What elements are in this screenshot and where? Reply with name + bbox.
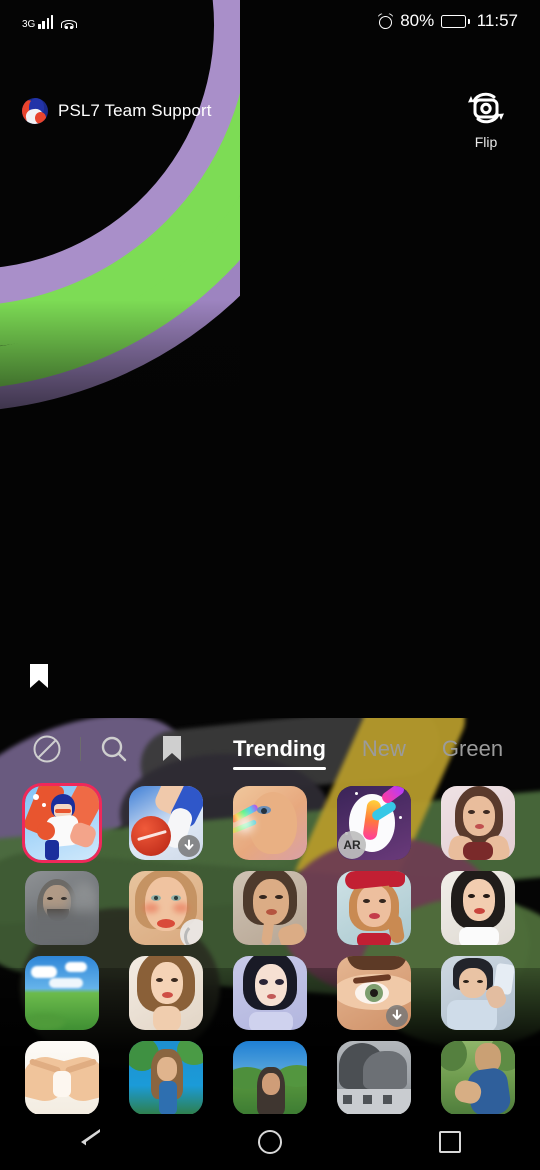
soft-glow-effect[interactable] <box>233 870 307 945</box>
status-bar: 3G 80% 11:57 <box>0 0 540 42</box>
ar-badge: AR <box>338 830 366 859</box>
effects-grid: AR <box>0 780 540 1114</box>
rainbow-face-effect[interactable] <box>233 785 307 860</box>
battery-percent-label: 80% <box>400 11 435 30</box>
effect-cell[interactable] <box>10 1035 114 1114</box>
effects-tool-icons <box>0 720 201 778</box>
recents-square-icon <box>439 1131 461 1153</box>
signal-bars-icon <box>38 14 54 29</box>
effect-cell[interactable] <box>114 780 218 865</box>
portrait-glam-effect[interactable] <box>441 785 515 860</box>
download-icon[interactable] <box>178 834 200 857</box>
flip-camera-icon <box>468 92 504 124</box>
tab-trending[interactable]: Trending <box>215 720 344 778</box>
effect-cell[interactable] <box>426 865 530 950</box>
anime-portrait-effect[interactable] <box>233 955 307 1030</box>
avatar[interactable] <box>22 98 48 124</box>
effect-cell[interactable] <box>114 865 218 950</box>
cricket-ball-effect[interactable] <box>129 785 203 860</box>
cricket-batsman-effect[interactable] <box>25 785 99 860</box>
effect-cell[interactable] <box>322 865 426 950</box>
effects-toolbar: Trending New Green <box>0 718 540 780</box>
effect-cell[interactable] <box>114 1035 218 1114</box>
meadow-portrait-effect[interactable] <box>233 1040 307 1114</box>
wifi-icon <box>60 15 77 29</box>
effect-cell[interactable]: AR <box>322 780 426 865</box>
bandana-retro-effect[interactable] <box>337 870 411 945</box>
hands-heart-effect[interactable] <box>25 1040 99 1114</box>
android-nav-bar <box>0 1114 540 1170</box>
search-button[interactable] <box>85 720 143 778</box>
loading-spinner <box>180 918 203 945</box>
no-effect-icon <box>33 735 61 763</box>
favorites-button[interactable] <box>143 720 201 778</box>
effect-cell[interactable] <box>426 780 530 865</box>
tab-green[interactable]: Green <box>424 720 521 778</box>
effect-cell[interactable] <box>426 950 530 1035</box>
toolbar-divider <box>80 737 81 761</box>
viewport-mask <box>0 300 540 720</box>
effect-cell[interactable] <box>322 950 426 1035</box>
tab-label: Green <box>441 736 504 761</box>
painting-scene-effect[interactable] <box>441 1040 515 1114</box>
clock-label: 11:57 <box>476 11 518 30</box>
eye-color-effect[interactable] <box>337 955 411 1030</box>
blush-beauty-effect[interactable] <box>129 870 203 945</box>
no-effect-button[interactable] <box>18 720 76 778</box>
effect-cell[interactable] <box>218 1035 322 1114</box>
account-pill[interactable]: PSL7 Team Support <box>22 98 212 124</box>
effects-tab-strip: Trending New Green <box>201 720 521 778</box>
effect-cell[interactable] <box>426 1035 530 1114</box>
nav-back-button[interactable] <box>50 1114 130 1170</box>
tab-label: New <box>361 736 406 761</box>
download-icon[interactable] <box>386 1004 408 1027</box>
effect-cell[interactable] <box>10 950 114 1035</box>
battery-icon <box>441 14 470 28</box>
favorites-icon <box>163 736 181 761</box>
effects-panel[interactable]: Trending New Green AR <box>0 718 540 1114</box>
tab-new[interactable]: New <box>344 720 424 778</box>
alarm-clock-icon <box>377 12 394 29</box>
effect-cell[interactable] <box>10 865 114 950</box>
tab-label: Trending <box>233 736 326 761</box>
status-bar-left: 3G <box>22 14 77 29</box>
ar-paint-effect[interactable]: AR <box>337 785 411 860</box>
smile-beauty-effect[interactable] <box>441 870 515 945</box>
grey-landscape-effect[interactable] <box>337 1040 411 1114</box>
mirror-selfie-effect[interactable] <box>441 955 515 1030</box>
smoke-portrait-effect[interactable] <box>25 870 99 945</box>
flip-camera-button[interactable]: Flip <box>450 88 522 150</box>
nav-recents-button[interactable] <box>410 1114 490 1170</box>
bookmark-icon[interactable] <box>28 662 50 695</box>
home-circle-icon <box>258 1130 282 1154</box>
effect-cell[interactable] <box>114 950 218 1035</box>
effect-cell[interactable] <box>10 780 114 865</box>
flip-camera-label: Flip <box>474 134 498 150</box>
tropical-scene-effect[interactable] <box>129 1040 203 1114</box>
search-icon <box>101 736 127 762</box>
effect-cell[interactable] <box>322 1035 426 1114</box>
nav-home-button[interactable] <box>230 1114 310 1170</box>
account-name-label: PSL7 Team Support <box>58 101 212 120</box>
back-triangle-icon <box>80 1129 100 1169</box>
network-type-label: 3G <box>22 18 36 30</box>
status-bar-right: 80% 11:57 <box>377 11 518 31</box>
blue-sky-field-effect[interactable] <box>25 955 99 1030</box>
warm-selfie-effect[interactable] <box>129 955 203 1030</box>
effect-cell[interactable] <box>218 865 322 950</box>
effect-cell[interactable] <box>218 780 322 865</box>
effect-cell[interactable] <box>218 950 322 1035</box>
